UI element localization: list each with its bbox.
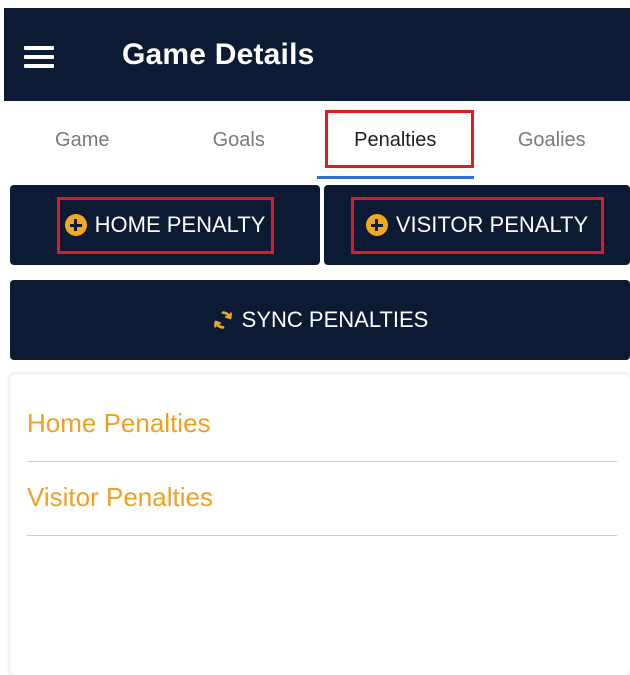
tab-goals[interactable]: Goals (161, 101, 318, 179)
visitor-penalties-header[interactable]: Visitor Penalties (27, 482, 617, 536)
app-bar: Game Details (4, 8, 630, 101)
visitor-penalty-label: VISITOR PENALTY (395, 212, 589, 237)
tab-bar: Game Goals Penalties Goalies (4, 101, 630, 179)
sync-icon (213, 311, 232, 329)
home-penalty-button[interactable]: HOME PENALTY (10, 185, 320, 265)
plus-circle-icon (64, 214, 87, 236)
home-penalty-label: HOME PENALTY (94, 212, 266, 237)
tab-goalies[interactable]: Goalies (474, 101, 630, 179)
sync-penalties-label: SYNC PENALTIES (241, 307, 429, 332)
plus-circle-icon (365, 214, 388, 236)
hamburger-menu-icon[interactable] (24, 46, 54, 68)
screen: Game Details Game Goals Penalties Goalie… (0, 0, 630, 675)
penalties-card: Home Penalties Visitor Penalties (10, 374, 630, 675)
home-penalties-header[interactable]: Home Penalties (27, 408, 617, 462)
tab-game[interactable]: Game (4, 101, 161, 179)
visitor-penalty-button[interactable]: VISITOR PENALTY (324, 185, 630, 265)
sync-penalties-button[interactable]: SYNC PENALTIES (10, 280, 630, 360)
page-title: Game Details (122, 38, 315, 71)
tab-penalties[interactable]: Penalties (317, 101, 474, 179)
